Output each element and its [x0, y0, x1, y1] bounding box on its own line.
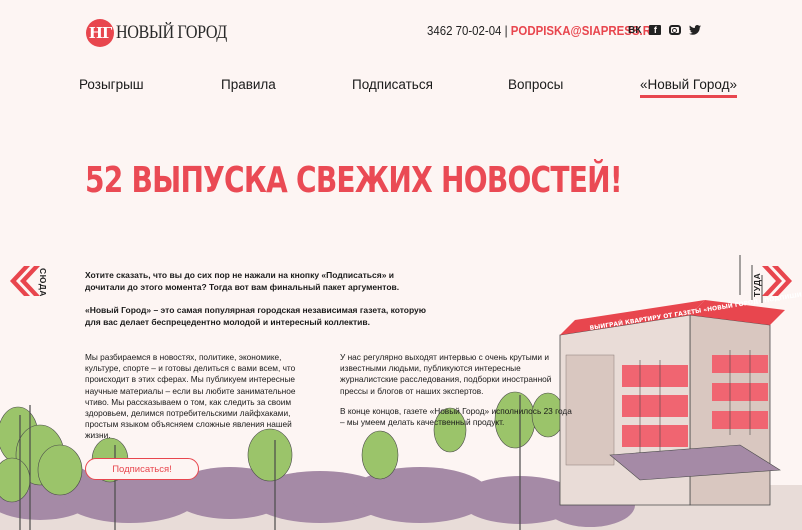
vk-icon[interactable]: ВК [628, 24, 641, 36]
page: ВЫИГРАЙ КВАРТИРУ ОТ ГАЗЕТЫ «НОВЫЙ ГОРОД»… [0, 0, 802, 530]
logo-mark: НГ [86, 19, 114, 47]
text-column-right: У нас регулярно выходят интервью с очень… [340, 352, 572, 437]
phone-number[interactable]: 3462 70-02-04 [427, 23, 501, 38]
text-column-left: Мы разбираемся в новостях, политике, эко… [85, 352, 317, 451]
intro-text: Хотите сказать, что вы до сих пор не наж… [85, 269, 435, 339]
twitter-icon[interactable] [689, 24, 702, 36]
header-contacts: 3462 70-02-04 | PODPISKA@SIAPRESS.RU [427, 23, 659, 38]
next-arrow-icon[interactable] [762, 264, 796, 298]
page-title: 52 ВЫПУСКА СВЕЖИХ НОВОСТЕЙ! [85, 160, 623, 201]
contacts-separator: | [504, 23, 508, 38]
nav-item-subscribe[interactable]: Подписаться [352, 77, 433, 92]
prev-arrow-icon[interactable] [6, 264, 40, 298]
facebook-icon[interactable]: f [649, 25, 662, 35]
social-links: ВК f [628, 24, 702, 36]
logo-text: НОВЫЙ ГОРОД [116, 22, 227, 43]
nav-item-rules[interactable]: Правила [221, 77, 276, 92]
nav-item-questions[interactable]: Вопросы [508, 77, 563, 92]
nav-item-raffle[interactable]: Розыгрыш [79, 77, 144, 92]
column-left-paragraph: Мы разбираемся в новостях, политике, эко… [85, 352, 296, 441]
column-right-paragraph-2: В конце концов, газете «Новый Город» исп… [340, 405, 572, 428]
site-logo[interactable]: НГ НОВЫЙ ГОРОД [86, 18, 246, 48]
prev-label[interactable]: СЮДА [38, 268, 48, 297]
column-right-paragraph-1: У нас регулярно выходят интервью с очень… [340, 352, 552, 396]
subscribe-button[interactable]: Подписаться! [85, 458, 199, 480]
intro-paragraph-2: «Новый Город» – это самая популярная гор… [85, 305, 427, 327]
instagram-icon[interactable] [669, 25, 682, 35]
nav-item-newspaper[interactable]: «Новый Город» [640, 77, 737, 98]
next-label[interactable]: ТУДА [752, 273, 762, 297]
intro-paragraph-1: Хотите сказать, что вы до сих пор не наж… [85, 270, 400, 292]
main-nav: Розыгрыш Правила Подписаться Вопросы «Но… [0, 77, 802, 101]
